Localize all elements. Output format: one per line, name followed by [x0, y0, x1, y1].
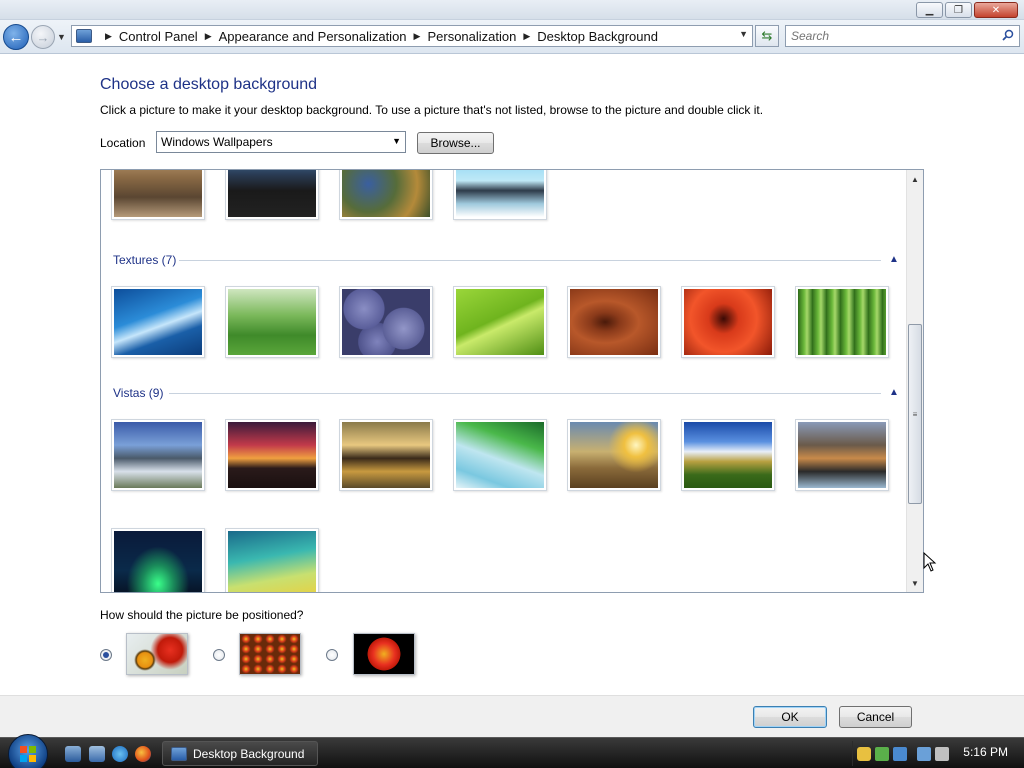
- search-icon[interactable]: [1002, 29, 1014, 41]
- security-shield-icon[interactable]: [857, 746, 871, 761]
- control-panel-icon: [171, 746, 187, 761]
- breadcrumb-desktop-background[interactable]: Desktop Background: [537, 29, 658, 44]
- wallpaper-thumbnail[interactable]: [567, 419, 661, 491]
- control-panel-icon: [76, 29, 92, 43]
- taskbar-window-title: Desktop Background: [193, 746, 305, 761]
- collapse-icon[interactable]: ▲: [889, 387, 899, 398]
- wallpaper-thumbnail[interactable]: [339, 170, 433, 220]
- wallpaper-thumbnail[interactable]: [567, 286, 661, 358]
- wallpaper-thumbnail[interactable]: [795, 286, 889, 358]
- page-title: Choose a desktop background: [100, 76, 318, 93]
- title-bar: ▁ ❐ ✕: [0, 0, 1024, 20]
- refresh-button[interactable]: ⇆: [755, 25, 779, 47]
- network-icon[interactable]: [917, 746, 931, 761]
- group-header-vistas[interactable]: Vistas (9): [113, 386, 163, 400]
- maximize-button[interactable]: ❐: [945, 2, 972, 18]
- location-label: Location: [100, 136, 146, 150]
- collapse-icon[interactable]: ▲: [889, 254, 899, 265]
- position-radio-fit[interactable]: [100, 649, 112, 661]
- position-option-fit[interactable]: [126, 633, 188, 675]
- scroll-up-icon[interactable]: ▲: [907, 171, 923, 187]
- firefox-icon[interactable]: [135, 746, 151, 762]
- forward-button[interactable]: →: [31, 25, 55, 49]
- wallpaper-thumbnail[interactable]: [795, 419, 889, 491]
- group-divider: [179, 260, 881, 261]
- scroll-down-icon[interactable]: ▼: [907, 575, 923, 591]
- ok-button[interactable]: OK: [753, 706, 827, 728]
- position-question: How should the picture be positioned?: [100, 608, 304, 622]
- update-icon[interactable]: [875, 746, 889, 761]
- group-header-textures[interactable]: Textures (7): [113, 253, 176, 267]
- instructions-text: Click a picture to make it your desktop …: [100, 103, 764, 117]
- group-title-textures: Textures (7): [113, 253, 177, 267]
- chevron-down-icon[interactable]: ▼: [392, 136, 401, 146]
- position-radio-tile[interactable]: [213, 649, 225, 661]
- wallpaper-thumbnail[interactable]: [111, 528, 205, 592]
- wallpaper-gallery: Textures (7) ▲ Vistas (9) ▲ ▲ ≡ ▼: [100, 169, 924, 593]
- position-option-center[interactable]: [353, 633, 415, 675]
- main-content: Choose a desktop background Click a pict…: [0, 55, 1024, 695]
- wallpaper-thumbnail[interactable]: [111, 286, 205, 358]
- wallpaper-thumbnail[interactable]: [453, 286, 547, 358]
- breadcrumb-personalization[interactable]: Personalization: [427, 29, 516, 44]
- mouse-cursor-icon: [923, 552, 937, 572]
- chevron-right-icon[interactable]: ▶: [105, 31, 112, 42]
- wallpaper-thumbnail[interactable]: [453, 170, 547, 220]
- network-status-icon[interactable]: [893, 746, 907, 761]
- chevron-right-icon[interactable]: ▶: [523, 31, 530, 42]
- position-option-tile[interactable]: [239, 633, 301, 675]
- gallery-scrollbar[interactable]: ▲ ≡ ▼: [906, 170, 923, 592]
- breadcrumb-appearance[interactable]: Appearance and Personalization: [219, 29, 407, 44]
- arrow-right-icon: →: [36, 29, 50, 45]
- chevron-right-icon[interactable]: ▶: [414, 31, 421, 42]
- position-radio-center[interactable]: [326, 649, 338, 661]
- volume-muted-icon[interactable]: [935, 746, 949, 761]
- wallpaper-thumbnail[interactable]: [225, 419, 319, 491]
- wallpaper-thumbnail[interactable]: [111, 419, 205, 491]
- wallpaper-thumbnail[interactable]: [111, 170, 205, 220]
- chevron-right-icon[interactable]: ▶: [205, 31, 212, 42]
- search-input[interactable]: [791, 29, 991, 43]
- location-select[interactable]: Windows Wallpapers ▼: [156, 131, 406, 153]
- switch-windows-icon[interactable]: [89, 746, 105, 762]
- internet-explorer-icon[interactable]: [112, 746, 128, 762]
- minimize-button[interactable]: ▁: [916, 2, 943, 18]
- dialog-footer: OK Cancel: [0, 695, 1024, 737]
- refresh-icon: ⇆: [761, 28, 773, 43]
- wallpaper-thumbnail[interactable]: [453, 419, 547, 491]
- wallpaper-thumbnail[interactable]: [681, 286, 775, 358]
- address-dropdown-icon[interactable]: ▼: [739, 29, 748, 39]
- wallpaper-thumbnail[interactable]: [225, 286, 319, 358]
- wallpaper-thumbnail[interactable]: [339, 419, 433, 491]
- start-button[interactable]: [8, 734, 48, 768]
- cancel-button[interactable]: Cancel: [839, 706, 912, 728]
- group-divider: [169, 393, 881, 394]
- clock[interactable]: 5:16 PM: [963, 745, 1008, 759]
- windows-logo-icon: [20, 746, 36, 762]
- close-button[interactable]: ✕: [974, 2, 1018, 18]
- browse-button[interactable]: Browse...: [417, 132, 494, 154]
- back-button[interactable]: ←: [3, 24, 29, 50]
- group-title-vistas: Vistas (9): [113, 386, 164, 400]
- navigation-bar: ← → ▼ ▶ Control Panel ▶ Appearance and P…: [0, 20, 1024, 54]
- arrow-left-icon: ←: [8, 28, 24, 46]
- show-desktop-icon[interactable]: [65, 746, 81, 762]
- search-box[interactable]: [785, 25, 1020, 47]
- recent-pages-dropdown[interactable]: ▼: [57, 32, 66, 42]
- taskbar-window-desktop-background[interactable]: Desktop Background: [162, 741, 318, 766]
- taskbar: Desktop Background 5:16 PM: [0, 734, 1024, 768]
- wallpaper-thumbnail[interactable]: [225, 528, 319, 592]
- wallpaper-thumbnail[interactable]: [339, 286, 433, 358]
- scrollbar-thumb[interactable]: ≡: [908, 324, 922, 504]
- wallpaper-thumbnail[interactable]: [225, 170, 319, 220]
- wallpaper-thumbnail[interactable]: [681, 419, 775, 491]
- location-value: Windows Wallpapers: [161, 135, 273, 149]
- breadcrumb-control-panel[interactable]: Control Panel: [119, 29, 198, 44]
- address-bar[interactable]: ▶ Control Panel ▶ Appearance and Persona…: [71, 25, 753, 47]
- window-controls: ▁ ❐ ✕: [916, 2, 1018, 18]
